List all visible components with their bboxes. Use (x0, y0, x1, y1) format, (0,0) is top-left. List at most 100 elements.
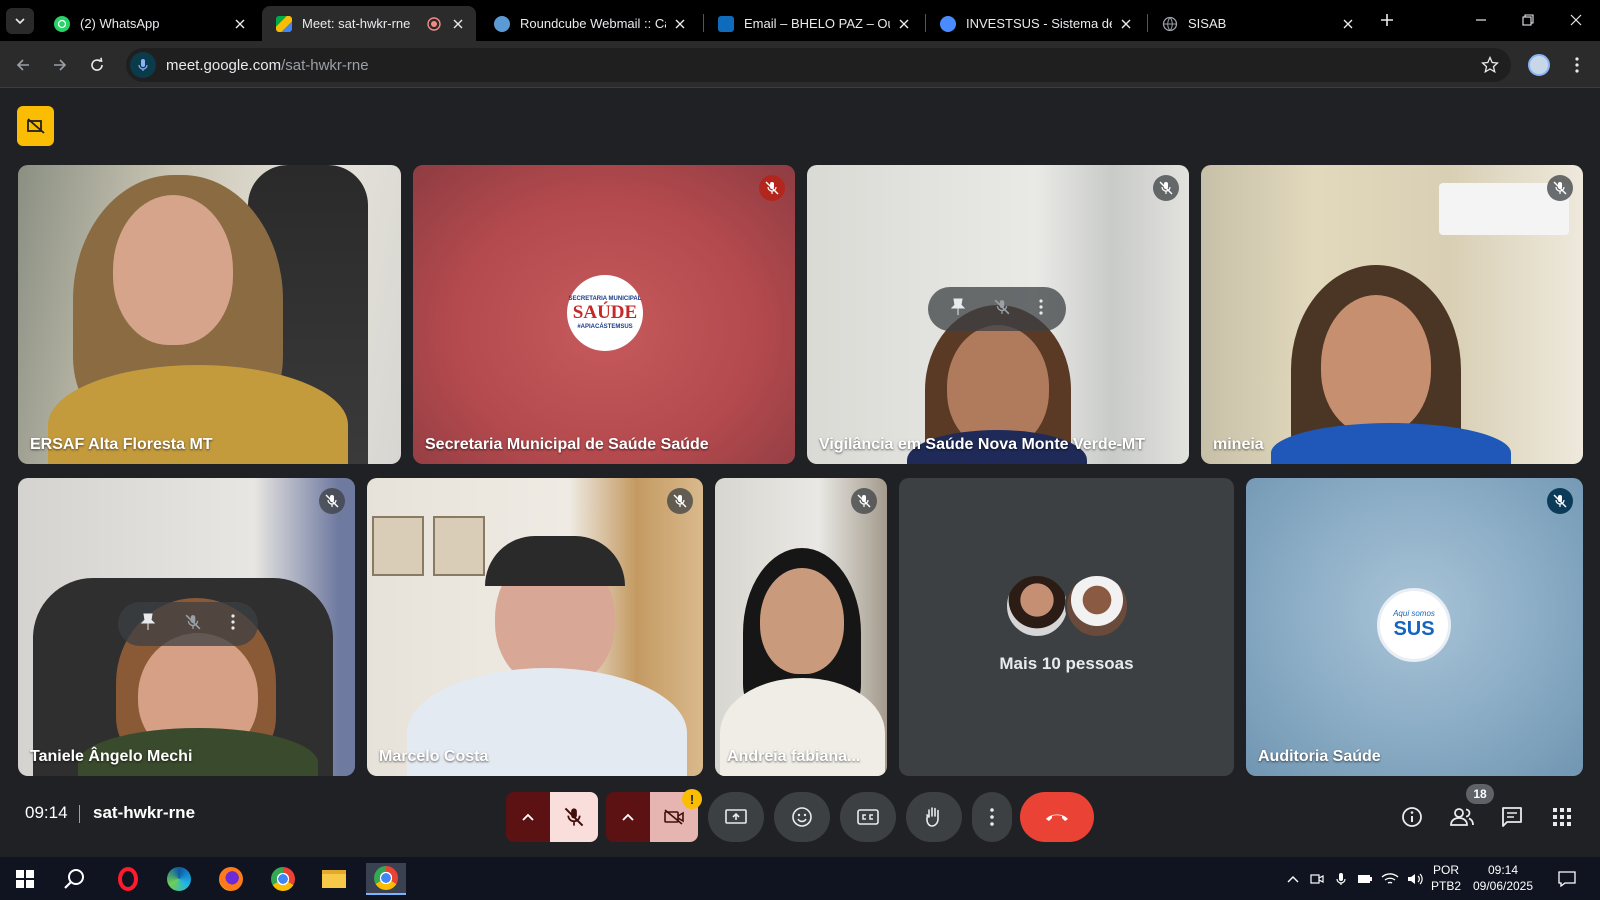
participant-avatar (1005, 574, 1069, 638)
participant-tile[interactable]: Andreia fabiana... (715, 478, 887, 776)
mic-off-icon (851, 488, 877, 514)
battery-icon[interactable] (1354, 863, 1376, 895)
address-bar[interactable]: meet.google.com/sat-hwkr-rne (126, 48, 1511, 82)
logo-small-text: Aqui somos (1393, 609, 1435, 618)
new-tab-button[interactable] (1372, 6, 1402, 34)
close-window-button[interactable] (1556, 6, 1596, 34)
chat-button[interactable] (1497, 802, 1527, 832)
mute-participant-icon[interactable] (185, 614, 201, 635)
close-tab-icon[interactable] (1118, 16, 1134, 32)
reload-button[interactable] (83, 51, 111, 79)
activities-button[interactable] (1547, 802, 1577, 832)
chevron-up-icon (622, 813, 634, 821)
present-screen-button[interactable] (708, 792, 764, 842)
pin-icon[interactable] (140, 613, 156, 636)
forward-button[interactable] (46, 51, 74, 79)
meeting-code: sat-hwkr-rne (93, 803, 196, 822)
face-shape (113, 195, 233, 345)
chevron-up-icon (1287, 876, 1299, 883)
more-options-icon[interactable] (231, 613, 235, 635)
tab-whatsapp[interactable]: (2) WhatsApp (40, 6, 258, 41)
close-tab-icon[interactable] (232, 16, 248, 32)
mute-participant-icon[interactable] (994, 299, 1010, 320)
secretaria-saude-logo: SECRETARIA MUNICIPAL SAÚDE #APIACÁSTEMSU… (567, 275, 643, 351)
participant-tile[interactable]: Aqui somos SUS Auditoria Saúde (1246, 478, 1583, 776)
participant-tile[interactable]: Vigilância em Saúde Nova Monte Verde-MT (807, 165, 1189, 464)
pin-icon[interactable] (950, 298, 965, 321)
more-options-icon[interactable] (1039, 298, 1043, 320)
raise-hand-button[interactable] (906, 792, 962, 842)
participant-tile[interactable]: mineia (1201, 165, 1583, 464)
opera-app-icon[interactable] (108, 863, 148, 895)
camera-warning-badge: ! (682, 789, 702, 809)
microphone-toggle-button[interactable] (550, 792, 598, 842)
show-hidden-icons-button[interactable] (1282, 863, 1304, 895)
audio-options-button[interactable] (506, 792, 550, 842)
search-button[interactable] (55, 863, 95, 895)
windows-logo-icon (16, 870, 34, 888)
system-clock[interactable]: 09:14 09/06/2025 (1468, 862, 1538, 894)
participant-name: Vigilância em Saúde Nova Monte Verde-MT (819, 436, 1146, 453)
close-tab-icon[interactable] (1340, 16, 1356, 32)
participant-tile[interactable]: Marcelo Costa (367, 478, 703, 776)
participant-tile[interactable]: Taniele Ângelo Mechi (18, 478, 355, 776)
restore-button[interactable] (1508, 6, 1548, 34)
participant-name: Taniele Ângelo Mechi (30, 748, 193, 765)
edge-app-icon[interactable] (159, 863, 199, 895)
leave-call-button[interactable] (1020, 792, 1094, 842)
meet-tray-icon[interactable] (1306, 863, 1328, 895)
video-options-button[interactable] (606, 792, 650, 842)
close-tab-icon[interactable] (450, 16, 466, 32)
back-button[interactable] (9, 51, 37, 79)
start-button[interactable] (5, 863, 45, 895)
people-button[interactable] (1447, 802, 1477, 832)
profile-avatar[interactable] (1525, 51, 1553, 79)
participant-tile[interactable]: ERSAF Alta Floresta MT (18, 165, 401, 464)
meeting-details-button[interactable] (1397, 802, 1427, 832)
tab-title: Meet: sat-hwkr-rne (302, 16, 411, 31)
close-tab-icon[interactable] (896, 16, 912, 32)
tab-roundcube[interactable]: Roundcube Webmail :: Cai (480, 6, 698, 41)
tab-title: Email – BHELO PAZ – Outlo (744, 16, 890, 31)
tab-outlook[interactable]: Email – BHELO PAZ – Outlo (704, 6, 922, 41)
reactions-button[interactable] (774, 792, 830, 842)
chrome-app-icon[interactable] (263, 863, 303, 895)
windows-taskbar: POR PTB2 09:14 09/06/2025 (0, 857, 1600, 900)
face-shape (1321, 295, 1431, 435)
file-explorer-app-icon[interactable] (314, 863, 354, 895)
captions-icon (857, 809, 879, 825)
tab-meet[interactable]: Meet: sat-hwkr-rne (262, 6, 476, 41)
mic-off-icon (667, 488, 693, 514)
tab-search-button[interactable] (6, 8, 34, 34)
tile-hover-controls (928, 287, 1066, 331)
wifi-icon[interactable] (1378, 863, 1402, 895)
participant-tile[interactable]: SECRETARIA MUNICIPAL SAÚDE #APIACÁSTEMSU… (413, 165, 795, 464)
people-count-badge: 18 (1466, 784, 1494, 804)
minimize-button[interactable] (1461, 6, 1501, 34)
volume-icon[interactable] (1404, 863, 1428, 895)
close-tab-icon[interactable] (672, 16, 688, 32)
reload-icon (91, 57, 103, 71)
more-options-button[interactable] (972, 792, 1012, 842)
browser-tab-strip: (2) WhatsApp Meet: sat-hwkr-rne Roundcub… (0, 0, 1600, 41)
tab-investsus[interactable]: INVESTSUS - Sistema de In (926, 6, 1144, 41)
present-screen-icon (725, 809, 747, 824)
logo-text: SAÚDE (572, 302, 638, 323)
notification-icon (1558, 871, 1576, 887)
tab-sisab[interactable]: SISAB (1148, 6, 1366, 41)
microphone-tray-icon[interactable] (1330, 863, 1352, 895)
info-icon (1402, 807, 1422, 827)
mic-off-icon (319, 488, 345, 514)
camera-off-notice-button[interactable] (17, 106, 54, 146)
recording-icon (424, 16, 444, 32)
others-tile[interactable]: Mais 10 pessoas (899, 478, 1234, 776)
captions-button[interactable] (840, 792, 896, 842)
chrome-profile-app-icon[interactable] (366, 863, 406, 895)
notification-center-button[interactable] (1552, 863, 1582, 895)
firefox-app-icon[interactable] (211, 863, 251, 895)
input-language-indicator[interactable]: POR PTB2 (1428, 862, 1464, 894)
arrow-left-icon (16, 59, 29, 71)
bookmark-star-icon[interactable] (1480, 55, 1500, 79)
browser-menu-button[interactable] (1563, 51, 1591, 79)
microphone-in-use-icon[interactable] (130, 52, 156, 78)
